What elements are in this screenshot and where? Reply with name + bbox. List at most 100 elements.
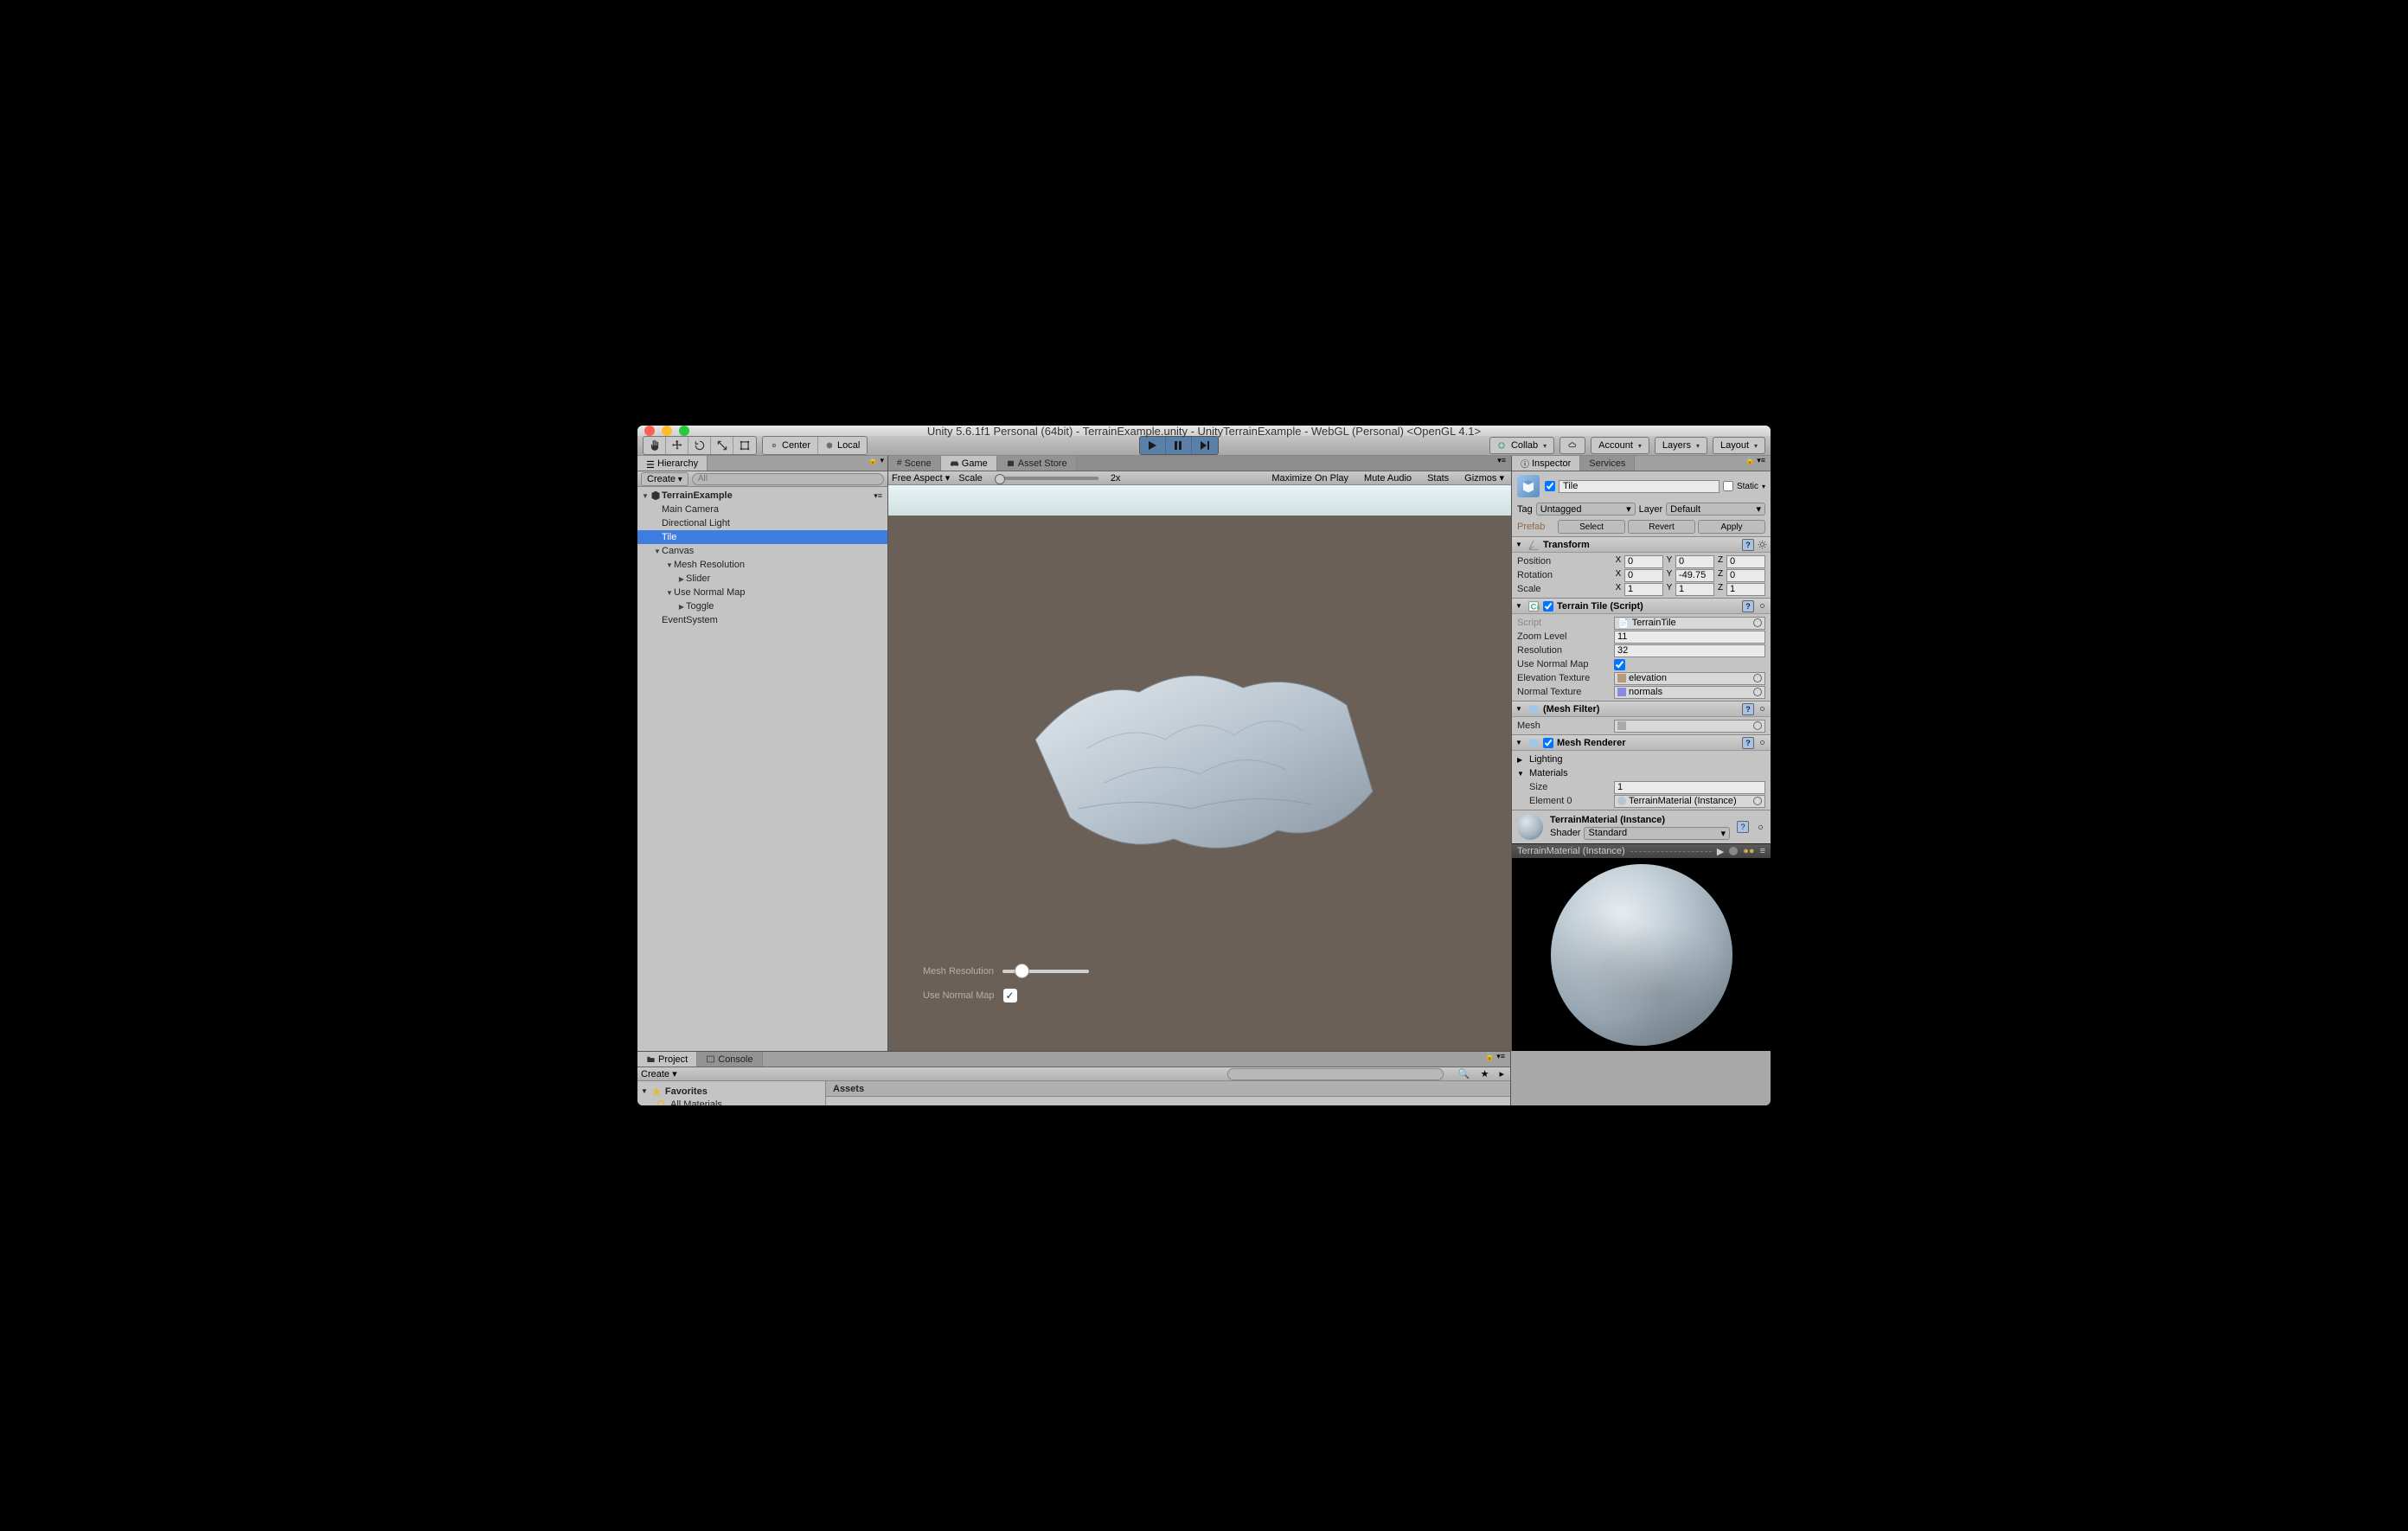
hierarchy-lock-icon[interactable]: 🔒 ▾ bbox=[865, 456, 887, 471]
mesh-field[interactable] bbox=[1614, 720, 1765, 733]
scale-y-input[interactable] bbox=[1675, 583, 1714, 596]
search-filter-icon[interactable]: 🔍 bbox=[1456, 1068, 1473, 1079]
use-normal-map-prop-checkbox[interactable] bbox=[1614, 659, 1625, 670]
script-reference[interactable]: 📄TerrainTile bbox=[1614, 617, 1765, 630]
hierarchy-item-canvas[interactable]: ▼Canvas bbox=[637, 544, 887, 558]
hierarchy-item-use-normal-map[interactable]: ▼Use Normal Map bbox=[637, 586, 887, 599]
transform-help-icon[interactable]: ? bbox=[1742, 539, 1754, 551]
preview-header[interactable]: TerrainMaterial (Instance) ▶ ●● ≡ bbox=[1512, 844, 1771, 858]
elevation-texture-field[interactable]: elevation bbox=[1614, 672, 1765, 685]
rect-tool-button[interactable] bbox=[733, 437, 756, 454]
mesh-filter-gear-icon[interactable] bbox=[1758, 704, 1767, 714]
step-button[interactable] bbox=[1192, 437, 1218, 454]
hierarchy-item-tile[interactable]: Tile bbox=[637, 530, 887, 544]
project-search-input[interactable] bbox=[1227, 1068, 1444, 1080]
preview-light-icon[interactable]: ●● bbox=[1743, 846, 1754, 856]
material-gear-icon[interactable] bbox=[1756, 823, 1765, 832]
prefab-revert-button[interactable]: Revert bbox=[1628, 520, 1695, 534]
play-button[interactable] bbox=[1140, 437, 1166, 454]
favorite-all-materials[interactable]: All Materials bbox=[637, 1098, 825, 1105]
position-z-input[interactable] bbox=[1726, 555, 1765, 568]
project-lock-icon[interactable]: 🔒 ▾≡ bbox=[1480, 1052, 1510, 1067]
rotation-x-input[interactable] bbox=[1624, 569, 1663, 582]
use-normal-map-checkbox[interactable]: ✓ bbox=[1003, 989, 1017, 1003]
prefab-select-button[interactable]: Select bbox=[1558, 520, 1625, 534]
inspector-lock-icon[interactable]: 🔒 ▾≡ bbox=[1740, 456, 1771, 471]
element0-field[interactable]: TerrainMaterial (Instance) bbox=[1614, 795, 1765, 808]
pivot-center-button[interactable]: Center bbox=[763, 437, 817, 454]
pivot-local-button[interactable]: Local bbox=[817, 437, 867, 454]
mesh-resolution-slider[interactable] bbox=[1002, 970, 1089, 973]
maximize-icon[interactable] bbox=[679, 426, 689, 436]
game-view[interactable]: Mesh Resolution Use Normal Map ✓ bbox=[888, 485, 1511, 1051]
static-dropdown-icon[interactable]: ▾ bbox=[1762, 483, 1765, 490]
services-tab[interactable]: Services bbox=[1580, 456, 1635, 471]
layers-dropdown[interactable]: Layers bbox=[1655, 437, 1707, 454]
cloud-button[interactable] bbox=[1559, 437, 1585, 454]
mesh-renderer-foldout[interactable]: ▼ bbox=[1515, 739, 1524, 746]
zoom-level-input[interactable] bbox=[1614, 631, 1765, 644]
rotate-tool-button[interactable] bbox=[688, 437, 711, 454]
scale-slider[interactable] bbox=[995, 477, 1098, 480]
move-tool-button[interactable] bbox=[666, 437, 688, 454]
gizmos-dropdown[interactable]: Gizmos ▾ bbox=[1461, 472, 1508, 484]
terrain-tile-gear-icon[interactable] bbox=[1758, 601, 1767, 611]
hierarchy-item-toggle[interactable]: ▶Toggle bbox=[637, 599, 887, 613]
layer-dropdown[interactable]: Default▾ bbox=[1666, 503, 1765, 516]
slider-knob[interactable] bbox=[1015, 964, 1029, 978]
lighting-foldout[interactable]: ▶ bbox=[1517, 756, 1526, 764]
project-create-button[interactable]: Create ▾ bbox=[641, 1068, 677, 1079]
transform-gear-icon[interactable] bbox=[1758, 540, 1767, 549]
inspector-tab[interactable]: ⓘInspector bbox=[1512, 456, 1580, 471]
hierarchy-item-directional-light[interactable]: Directional Light bbox=[637, 516, 887, 530]
hierarchy-item-slider[interactable]: ▶Slider bbox=[637, 572, 887, 586]
rotation-z-input[interactable] bbox=[1726, 569, 1765, 582]
scene-tab[interactable]: #Scene bbox=[888, 456, 941, 471]
collab-dropdown[interactable]: Collab bbox=[1489, 437, 1554, 454]
hierarchy-tab[interactable]: ☰Hierarchy bbox=[637, 456, 708, 471]
mesh-renderer-help-icon[interactable]: ? bbox=[1742, 737, 1754, 749]
prefab-apply-button[interactable]: Apply bbox=[1698, 520, 1765, 534]
stats-toggle[interactable]: Stats bbox=[1424, 473, 1452, 484]
scale-tool-button[interactable] bbox=[711, 437, 733, 454]
mesh-renderer-enabled-checkbox[interactable] bbox=[1543, 738, 1553, 748]
center-menu-icon[interactable]: ▾≡ bbox=[1492, 456, 1511, 471]
account-dropdown[interactable]: Account bbox=[1591, 437, 1649, 454]
rotation-y-input[interactable] bbox=[1675, 569, 1714, 582]
materials-foldout[interactable]: ▼ bbox=[1517, 770, 1526, 778]
search-favorite-icon[interactable]: ★ bbox=[1478, 1068, 1492, 1079]
hierarchy-search-input[interactable] bbox=[692, 473, 884, 485]
maximize-on-play-toggle[interactable]: Maximize On Play bbox=[1268, 473, 1352, 484]
hierarchy-item-eventsystem[interactable]: EventSystem bbox=[637, 613, 887, 627]
hierarchy-create-button[interactable]: Create ▾ bbox=[641, 472, 688, 486]
pause-button[interactable] bbox=[1166, 437, 1192, 454]
aspect-dropdown[interactable]: Free Aspect ▾ bbox=[892, 472, 950, 484]
terrain-tile-enabled-checkbox[interactable] bbox=[1543, 601, 1553, 612]
object-name-input[interactable] bbox=[1559, 480, 1720, 493]
close-icon[interactable] bbox=[644, 426, 655, 436]
position-y-input[interactable] bbox=[1675, 555, 1714, 568]
preview-menu-icon[interactable]: ≡ bbox=[1760, 846, 1765, 856]
game-tab[interactable]: Game bbox=[941, 456, 997, 471]
mesh-filter-help-icon[interactable]: ? bbox=[1742, 703, 1754, 715]
layout-dropdown[interactable]: Layout bbox=[1713, 437, 1765, 454]
console-tab[interactable]: Console bbox=[697, 1052, 762, 1067]
static-checkbox[interactable] bbox=[1723, 481, 1733, 491]
scale-z-input[interactable] bbox=[1726, 583, 1765, 596]
scale-x-input[interactable] bbox=[1624, 583, 1663, 596]
position-x-input[interactable] bbox=[1624, 555, 1663, 568]
tag-dropdown[interactable]: Untagged▾ bbox=[1536, 503, 1636, 516]
mesh-filter-foldout[interactable]: ▼ bbox=[1515, 705, 1524, 713]
hand-tool-button[interactable] bbox=[644, 437, 666, 454]
terrain-tile-help-icon[interactable]: ? bbox=[1742, 600, 1754, 612]
project-tab[interactable]: Project bbox=[637, 1052, 697, 1067]
favorites-header[interactable]: ▼Favorites bbox=[637, 1085, 825, 1098]
normal-texture-field[interactable]: normals bbox=[1614, 686, 1765, 699]
resolution-input[interactable] bbox=[1614, 644, 1765, 657]
mesh-renderer-gear-icon[interactable] bbox=[1758, 738, 1767, 747]
materials-size-input[interactable] bbox=[1614, 781, 1765, 794]
preview-viewport[interactable] bbox=[1512, 858, 1771, 1051]
object-active-checkbox[interactable] bbox=[1545, 481, 1555, 491]
asset-store-tab[interactable]: Asset Store bbox=[997, 456, 1077, 471]
preview-play-icon[interactable]: ▶ bbox=[1717, 846, 1724, 857]
